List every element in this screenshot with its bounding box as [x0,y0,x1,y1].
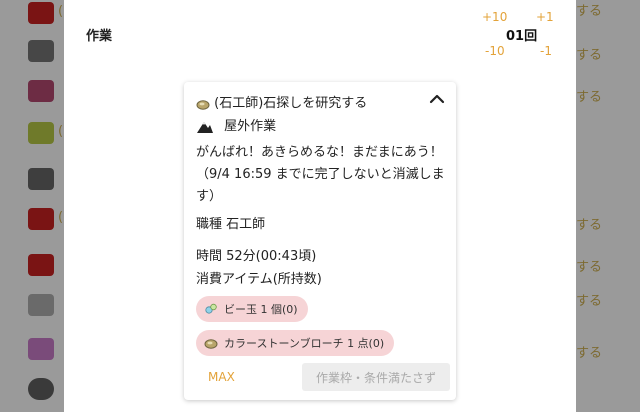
item-chip-label: ビー玉 1 個(0) [224,303,298,316]
list-item-text: する [576,346,603,361]
list-item-text: する [576,260,603,275]
item-icon [28,80,54,102]
minus-10-button[interactable]: -10 [485,44,505,58]
item-chip-label: カラーストーンブローチ 1 点(0) [224,337,385,350]
mountain-icon [197,121,213,133]
plus-1-button[interactable]: +1 [536,10,554,24]
chevron-up-icon[interactable] [428,92,446,106]
item-icon [28,2,54,24]
list-item-text: ( [58,210,64,225]
list-item-text: する [576,4,603,19]
list-item-text: する [576,218,603,233]
work-modal: 作業 +10 +1 01回 -10 -1 (石工師)石探しを研究する 屋外作業 … [64,0,576,412]
list-item-text: する [576,48,603,63]
item-icon [28,40,54,62]
job-type: 職種 石工師 [196,217,266,232]
max-button[interactable]: MAX [208,370,235,384]
task-card: (石工師)石探しを研究する 屋外作業 がんばれ！あきらめるな！まだまにあう！（9… [184,82,456,400]
modal-title: 作業 [86,29,113,44]
task-heading-label: (石工師)石探しを研究する [214,96,368,111]
list-item-text: する [576,294,603,309]
minus-1-button[interactable]: -1 [540,44,552,58]
list-item-text: する [576,90,603,105]
work-type-label: 屋外作業 [224,119,277,134]
encouragement-message: がんばれ！あきらめるな！まだまにあう！（9/4 16:59 までに完了しないと消… [196,145,445,204]
brooch-icon [204,339,218,349]
work-type: 屋外作業 [196,115,276,134]
consumed-items-label: 消費アイテム(所持数) [196,272,322,287]
plus-10-button[interactable]: +10 [482,10,507,24]
marble-icon [205,303,217,314]
item-chip-marble[interactable]: ビー玉 1 個(0) [196,296,308,322]
item-icon [28,208,54,230]
list-item-text: ( [58,4,64,19]
item-icon [28,254,54,276]
item-icon [28,378,54,400]
item-icon [28,338,54,360]
item-icon [28,122,54,144]
item-icon [28,168,54,190]
repeat-count: 01回 [506,29,538,44]
task-heading: (石工師)石探しを研究する [196,92,367,111]
list-item-text: ( [58,124,64,139]
item-chip-brooch[interactable]: カラーストーンブローチ 1 点(0) [196,330,395,356]
stone-icon [196,99,210,110]
item-icon [28,294,54,316]
duration: 時間 52分(00:43頃) [196,249,317,264]
start-work-button[interactable]: 作業枠・条件満たさず [302,363,450,391]
